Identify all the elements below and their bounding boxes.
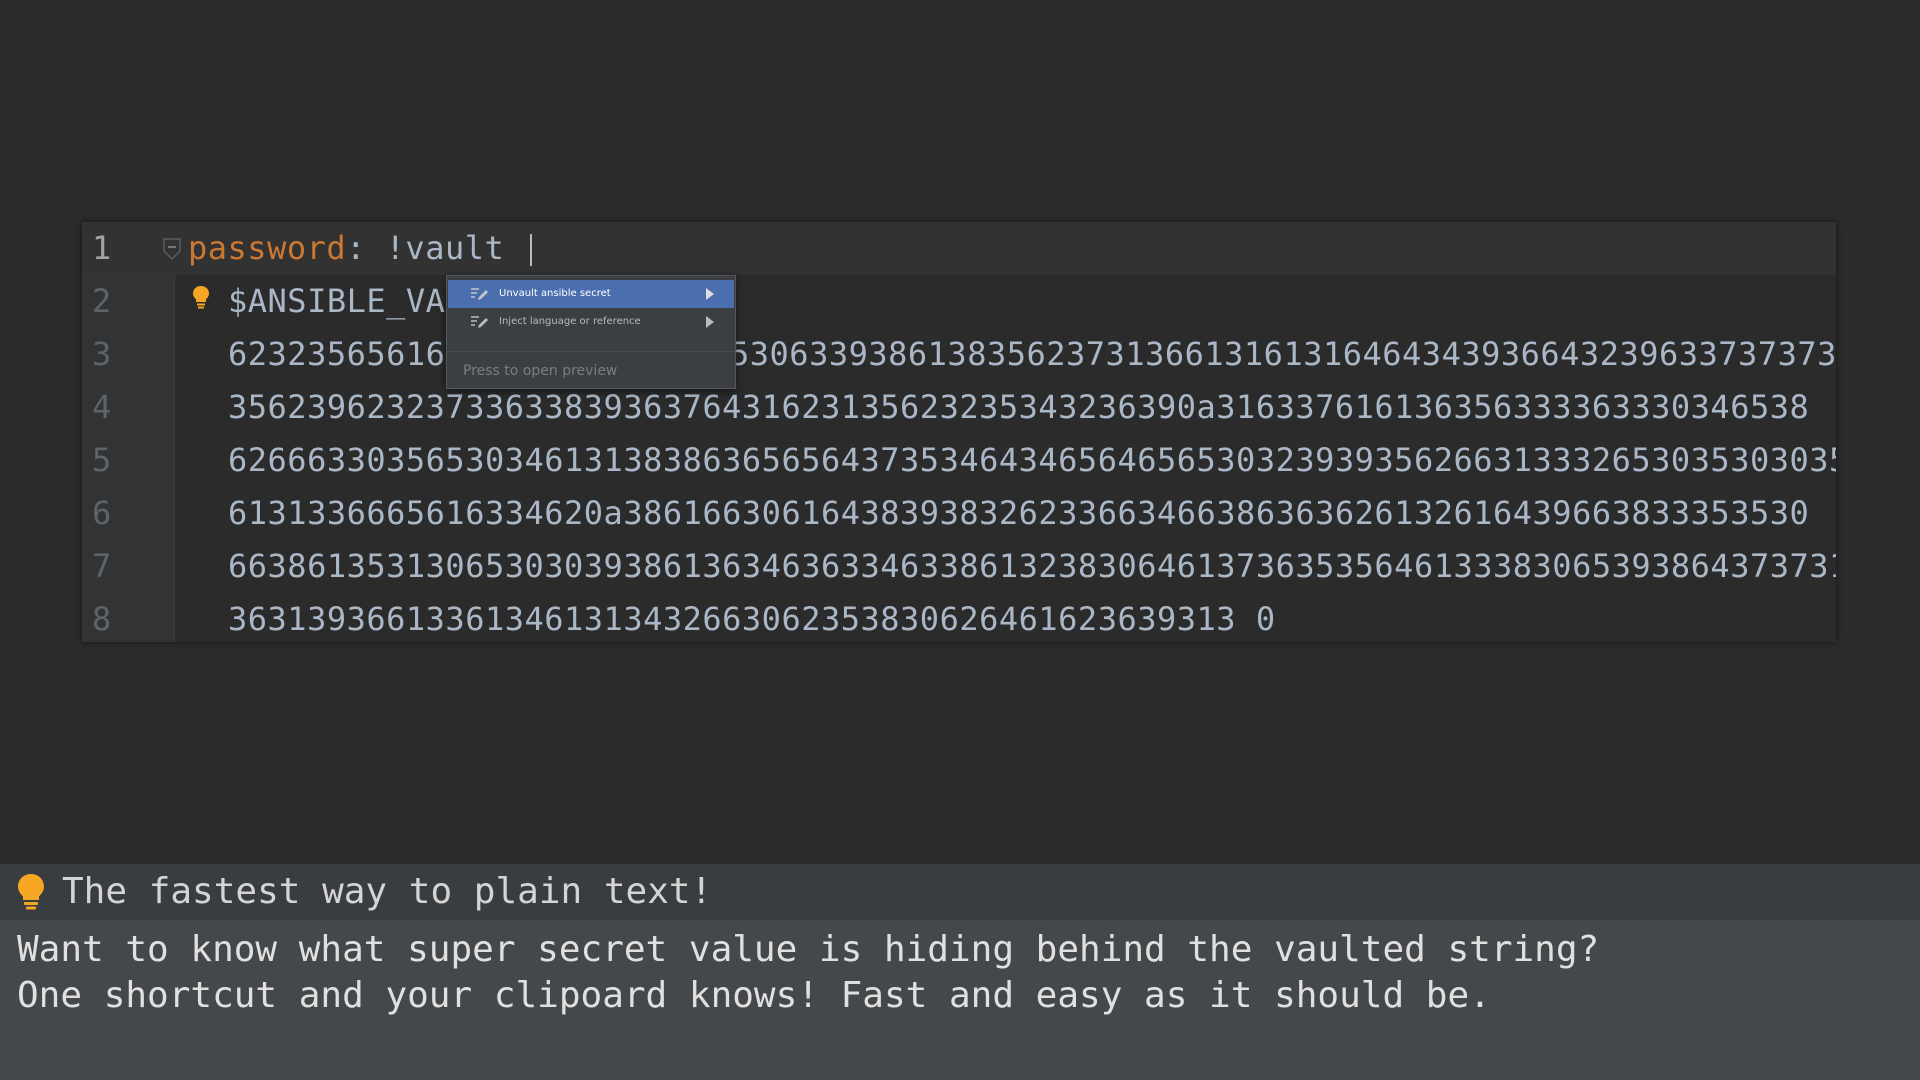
editor-line-8[interactable]: 8 36313936613361346131343266306235383062… (82, 593, 1836, 642)
preview-hint: Press to open preview (463, 363, 618, 379)
tip-header: The fastest way to plain text! (0, 864, 1920, 920)
code-line-3-right[interactable]: 5306339386138356237313661316131646434393… (730, 328, 1836, 381)
editor-line-6[interactable]: 6 6131336665616334620a386166306164383938… (82, 487, 1836, 540)
intention-actions-popup: Unvault ansible secret Inject language o… (446, 275, 736, 389)
editor-line-7[interactable]: 7 66386135313065303039386136346363346338… (82, 540, 1836, 593)
text-caret (530, 234, 533, 266)
line-number: 5 (92, 441, 112, 479)
line-number: 8 (92, 600, 112, 638)
menu-item-unvault-ansible-secret[interactable]: Unvault ansible secret (448, 280, 734, 308)
editor-line-2[interactable]: 2 $ANSIBLE_VA (82, 275, 1836, 328)
editor-line-3[interactable]: 3 62323565616 53063393861383562373136613… (82, 328, 1836, 381)
yaml-key: password (188, 229, 347, 267)
tip-text-line-2: One shortcut and your clipoard knows! Fa… (17, 975, 1491, 1016)
lightbulb-icon[interactable] (192, 285, 210, 309)
menu-item-label: Unvault ansible secret (499, 288, 611, 299)
edit-icon (471, 288, 488, 300)
code-line-6[interactable]: 6131336665616334620a38616630616438393832… (228, 487, 1809, 540)
popup-divider (447, 351, 735, 352)
code-line-8[interactable]: 3631393661336134613134326630623538306264… (228, 593, 1276, 642)
screen: 1 password: !vault 2 $ANSIBLE_VA 3 62323… (0, 0, 1920, 1080)
editor-line-4[interactable]: 4 35623962323733633839363764316231356232… (82, 381, 1836, 434)
code-line-1[interactable]: password: !vault (188, 222, 533, 275)
tip-text-line-1: Want to know what super secret value is … (17, 929, 1600, 970)
code-editor[interactable]: 1 password: !vault 2 $ANSIBLE_VA 3 62323… (82, 222, 1836, 642)
line-number: 1 (92, 229, 112, 267)
line-number: 4 (92, 388, 112, 426)
code-line-2[interactable]: $ANSIBLE_VA (228, 275, 445, 328)
lightbulb-icon (18, 874, 44, 910)
line-number: 6 (92, 494, 112, 532)
tip-title: The fastest way to plain text! (62, 871, 713, 912)
editor-line-5[interactable]: 5 62666330356530346131383863656564373534… (82, 434, 1836, 487)
line-number: 7 (92, 547, 112, 585)
code-line-3-left[interactable]: 62323565616 (228, 328, 445, 381)
code-line-7[interactable]: 6638613531306530303938613634636334633861… (228, 540, 1836, 593)
menu-item-label: Inject language or reference (499, 316, 641, 327)
submenu-arrow-icon (706, 288, 714, 300)
fold-icon[interactable] (162, 237, 182, 261)
edit-icon (471, 316, 488, 328)
code-line-5[interactable]: 6266633035653034613138386365656437353464… (228, 434, 1836, 487)
line-number: 2 (92, 282, 112, 320)
yaml-tag: !vault (365, 229, 525, 267)
tip-body: Want to know what super secret value is … (0, 920, 1920, 1080)
yaml-colon: : (346, 229, 366, 267)
menu-item-inject-language[interactable]: Inject language or reference (448, 308, 734, 336)
editor-line-1[interactable]: 1 password: !vault (82, 222, 1836, 275)
line-number: 3 (92, 335, 112, 373)
submenu-arrow-icon (706, 316, 714, 328)
